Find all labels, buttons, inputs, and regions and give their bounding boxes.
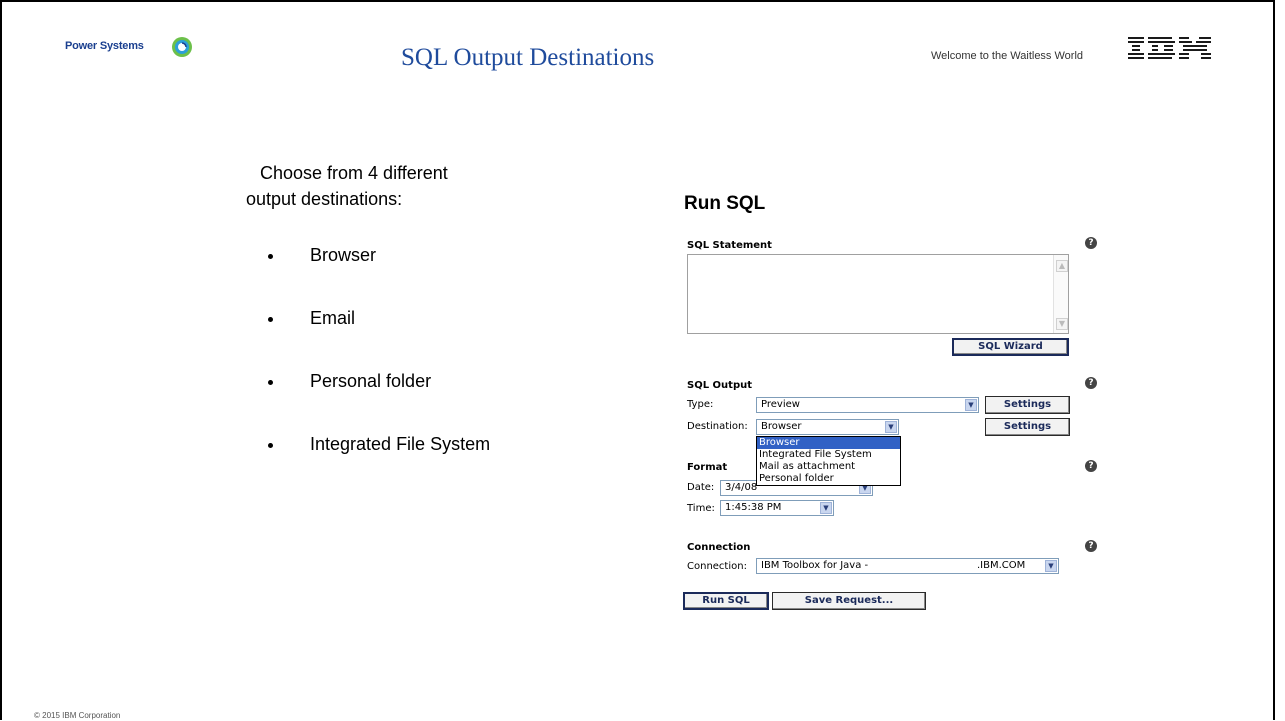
bullet-dot xyxy=(268,380,273,385)
help-icon[interactable]: ? xyxy=(1085,237,1097,249)
run-sql-heading: Run SQL xyxy=(684,193,766,214)
help-icon[interactable]: ? xyxy=(1085,460,1097,472)
destination-label: Destination: xyxy=(687,421,748,432)
format-label: Format xyxy=(687,462,728,473)
type-select[interactable]: Preview ▼ xyxy=(756,397,979,413)
intro-text: Choose from 4 different output destinati… xyxy=(246,160,448,212)
intro-line-1: Choose from 4 different xyxy=(260,163,448,183)
chevron-down-icon[interactable]: ▼ xyxy=(885,421,897,433)
dropdown-option-browser[interactable]: Browser xyxy=(757,437,900,449)
list-item: Integrated File System xyxy=(268,434,490,497)
scrollbar[interactable]: ▲ ▼ xyxy=(1053,255,1068,333)
sql-output-label: SQL Output xyxy=(687,380,753,391)
destination-bullet-list: Browser Email Personal folder Integrated… xyxy=(268,245,490,497)
sql-statement-input[interactable]: ▲ ▼ xyxy=(687,254,1069,334)
run-sql-button[interactable]: Run SQL xyxy=(683,592,769,610)
list-item: Browser xyxy=(268,245,490,308)
type-settings-button[interactable]: Settings xyxy=(985,396,1070,414)
intro-line-2: output destinations: xyxy=(246,189,403,209)
scroll-down-icon[interactable]: ▼ xyxy=(1056,318,1068,330)
dropdown-option-personal-folder[interactable]: Personal folder xyxy=(757,473,900,485)
run-sql-panel: Run SQL SQL Statement ? ▲ ▼ SQL Wizard S… xyxy=(680,0,1100,721)
copyright-text: © 2015 IBM Corporation xyxy=(34,711,121,720)
save-request-button[interactable]: Save Request... xyxy=(772,592,926,610)
chevron-down-icon[interactable]: ▼ xyxy=(1045,560,1057,572)
destination-settings-button[interactable]: Settings xyxy=(985,418,1070,436)
list-item: Personal folder xyxy=(268,371,490,434)
dropdown-option-ifs[interactable]: Integrated File System xyxy=(757,449,900,461)
power-systems-swirl-icon xyxy=(172,37,192,57)
bullet-dot xyxy=(268,317,273,322)
destination-select[interactable]: Browser ▼ xyxy=(756,419,899,435)
bullet-dot xyxy=(268,443,273,448)
ibm-logo xyxy=(1128,37,1211,59)
page-title: SQL Output Destinations xyxy=(401,44,655,71)
scroll-up-icon[interactable]: ▲ xyxy=(1056,260,1068,272)
connection-section-label: Connection xyxy=(687,542,751,553)
help-icon[interactable]: ? xyxy=(1085,540,1097,552)
help-icon[interactable]: ? xyxy=(1085,377,1097,389)
connection-select[interactable]: IBM Toolbox for Java - .IBM.COM ▼ xyxy=(756,558,1059,574)
time-select[interactable]: 1:45:38 PM ▼ xyxy=(720,500,834,516)
connection-label: Connection: xyxy=(687,561,747,572)
time-label: Time: xyxy=(687,503,715,514)
destination-dropdown-list: Browser Integrated File System Mail as a… xyxy=(756,436,901,486)
list-item: Email xyxy=(268,308,490,371)
chevron-down-icon[interactable]: ▼ xyxy=(820,502,832,514)
chevron-down-icon[interactable]: ▼ xyxy=(965,399,977,411)
sql-wizard-button[interactable]: SQL Wizard xyxy=(952,338,1069,356)
dropdown-option-mail[interactable]: Mail as attachment xyxy=(757,461,900,473)
bullet-dot xyxy=(268,254,273,259)
sql-statement-label: SQL Statement xyxy=(687,240,772,251)
type-label: Type: xyxy=(687,399,714,410)
date-label: Date: xyxy=(687,482,715,493)
power-systems-logo: Power Systems xyxy=(65,40,144,52)
